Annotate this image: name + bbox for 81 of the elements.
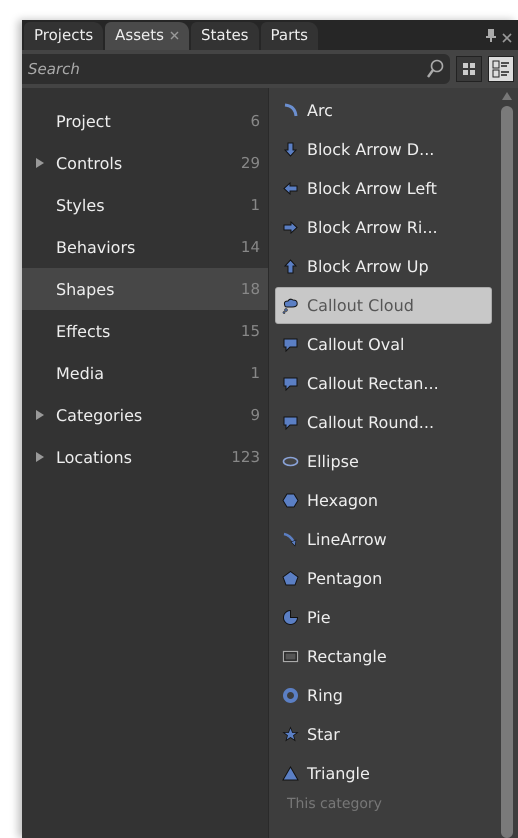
category-label: Shapes — [56, 280, 116, 298]
category-count: 1 — [250, 196, 260, 214]
speech-bubble-icon — [282, 336, 299, 353]
speech-bubble-icon — [282, 414, 299, 431]
category-item[interactable]: Project 6 — [22, 100, 268, 142]
grid-icon[interactable] — [461, 61, 477, 77]
triangle-icon — [282, 765, 299, 782]
category-count: 15 — [240, 322, 260, 340]
asset-item[interactable]: Pentagon — [275, 560, 492, 597]
category-count: 1 — [250, 364, 260, 382]
category-label: Project — [56, 112, 112, 130]
grid-view-button[interactable] — [456, 56, 482, 82]
up-arrow-icon — [282, 258, 299, 275]
category-item[interactable]: Effects 15 — [22, 310, 268, 352]
category-count: 9 — [250, 406, 260, 424]
close-icon[interactable] — [170, 30, 179, 40]
tab[interactable]: Parts — [260, 22, 318, 50]
category-item[interactable]: Media 1 — [22, 352, 268, 394]
pin-icon[interactable] — [486, 29, 496, 42]
curved-arrow-icon — [282, 531, 299, 548]
asset-item[interactable]: Block Arrow Left — [275, 170, 492, 207]
category-item[interactable]: Styles 1 — [22, 184, 268, 226]
category-count: 18 — [240, 280, 260, 298]
asset-item[interactable]: Rectangle — [275, 638, 492, 675]
left-arrow-icon — [282, 180, 299, 197]
ring-icon — [282, 687, 299, 704]
pentagon-icon — [282, 570, 299, 587]
asset-item[interactable]: Hexagon — [275, 482, 492, 519]
category-label: Media — [56, 364, 106, 382]
category-item[interactable]: Shapes 18 — [22, 268, 268, 310]
rectangle-icon — [282, 648, 299, 665]
asset-item[interactable]: Block Arrow D... — [275, 131, 492, 168]
asset-item[interactable]: Callout Round... — [275, 404, 492, 441]
tab[interactable]: Assets — [105, 22, 189, 50]
expand-arrow-icon[interactable] — [36, 158, 44, 168]
category-item[interactable]: Locations 123 — [22, 436, 268, 478]
asset-item[interactable]: Arc — [275, 92, 492, 129]
category-count: 29 — [240, 154, 260, 172]
pie-icon — [282, 609, 299, 626]
category-label: Effects — [56, 322, 112, 340]
list-icon[interactable] — [492, 60, 510, 78]
category-label: Styles — [56, 196, 106, 214]
category-label: Locations — [56, 448, 134, 466]
arc-icon — [282, 102, 299, 119]
expand-arrow-icon[interactable] — [36, 410, 44, 420]
close-icon[interactable] — [502, 33, 512, 43]
star-icon — [282, 726, 299, 743]
asset-item[interactable]: Star — [275, 716, 492, 753]
down-arrow-icon — [282, 141, 299, 158]
asset-item[interactable]: Callout Rectan... — [275, 365, 492, 402]
search-icon[interactable] — [426, 59, 444, 79]
asset-item[interactable]: LineArrow — [275, 521, 492, 558]
scrollbar-thumb[interactable] — [501, 106, 513, 838]
tab[interactable]: States — [190, 22, 258, 50]
asset-item[interactable]: Triangle — [275, 755, 492, 792]
speech-bubble-icon — [282, 375, 299, 392]
asset-item[interactable]: Callout Cloud — [275, 287, 492, 324]
asset-item[interactable]: Block Arrow Up — [275, 248, 492, 285]
category-item[interactable]: Categories 9 — [22, 394, 268, 436]
category-label: Controls — [56, 154, 124, 172]
search-field[interactable]: Search — [22, 54, 450, 84]
category-item[interactable]: Controls 29 — [22, 142, 268, 184]
asset-item[interactable]: Ellipse — [275, 443, 492, 480]
scroll-up-icon[interactable] — [502, 92, 512, 100]
cloud-callout-icon — [282, 297, 299, 314]
category-label: Behaviors — [56, 238, 136, 256]
category-count: 6 — [250, 112, 260, 130]
asset-item[interactable]: Callout Oval — [275, 326, 492, 363]
right-arrow-icon — [282, 219, 299, 236]
asset-item[interactable]: Block Arrow Ri... — [275, 209, 492, 246]
category-label: Categories — [56, 406, 144, 424]
category-count: 14 — [240, 238, 260, 256]
asset-item[interactable]: Ring — [275, 677, 492, 714]
category-count: 123 — [231, 448, 260, 466]
asset-item[interactable]: Pie — [275, 599, 492, 636]
expand-arrow-icon[interactable] — [36, 452, 44, 462]
footer-note: This category — [286, 796, 383, 812]
list-view-button[interactable] — [488, 56, 514, 82]
category-item[interactable]: Behaviors 14 — [22, 226, 268, 268]
hexagon-icon — [282, 492, 299, 509]
tab[interactable]: Projects — [24, 22, 104, 50]
